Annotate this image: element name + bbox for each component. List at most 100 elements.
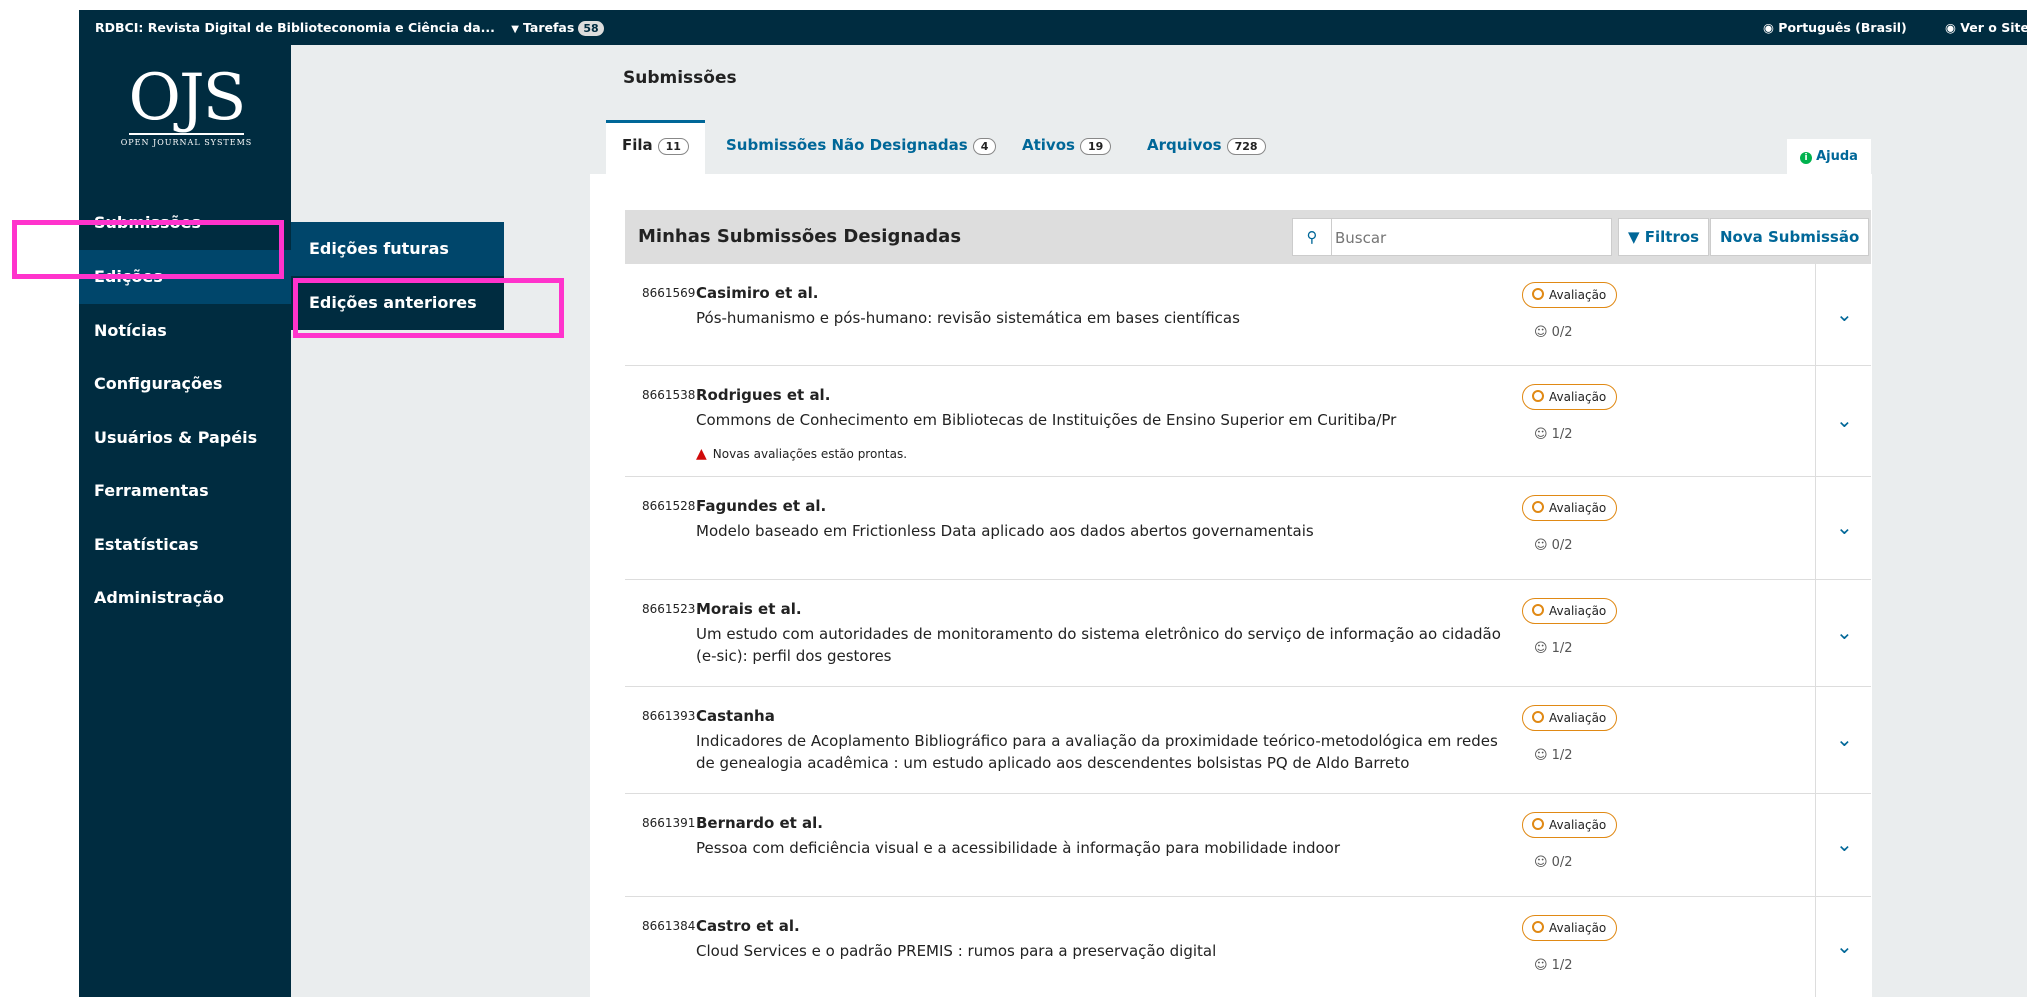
- reviewer-icon: ☺: [1534, 427, 1548, 442]
- tasks-count-badge: 58: [578, 21, 604, 36]
- submission-author: Fagundes et al.: [696, 497, 827, 515]
- globe-icon: ◉: [1763, 20, 1774, 35]
- chevron-down-icon: ⌄: [1836, 727, 1853, 751]
- list-header: Minhas Submissões Designadas ⚲ ▼ Filtros…: [625, 210, 1871, 264]
- submission-title: Indicadores de Acoplamento Bibliográfico…: [696, 732, 1498, 772]
- logo-subtitle: OPEN JOURNAL SYSTEMS: [120, 138, 253, 147]
- reviewer-icon: ☺: [1534, 325, 1548, 340]
- stage-label: Avaliação: [1549, 921, 1607, 935]
- journal-switcher[interactable]: RDBCI: Revista Digital de Biblioteconomi…: [95, 20, 519, 35]
- review-count: ☺ 0/2: [1534, 325, 1572, 340]
- expand-button[interactable]: ⌄: [1815, 897, 1872, 997]
- tab-count: 19: [1079, 138, 1112, 155]
- tab-active[interactable]: Ativos 19: [1022, 120, 1112, 174]
- reviewer-icon: ☺: [1534, 748, 1548, 763]
- stage-dot-icon: [1532, 711, 1544, 723]
- tab-unassigned[interactable]: Submissões Não Designadas 4: [726, 120, 997, 174]
- view-site-link[interactable]: ◉ Ver o Site: [1945, 20, 2027, 35]
- stage-badge: Avaliação: [1522, 282, 1618, 308]
- submission-title: Commons de Conhecimento em Bibliotecas d…: [696, 411, 1397, 429]
- search-input[interactable]: [1333, 221, 1607, 255]
- stage-label: Avaliação: [1549, 288, 1607, 302]
- notice-text: Novas avaliações estão prontas.: [712, 447, 908, 461]
- stage-dot-icon: [1532, 501, 1544, 513]
- reviewer-icon: ☺: [1534, 958, 1548, 973]
- expand-button[interactable]: ⌄: [1815, 687, 1872, 793]
- review-count-value: 1/2: [1551, 748, 1573, 763]
- submission-id: 8661393: [642, 709, 696, 723]
- stage-label: Avaliação: [1549, 390, 1607, 404]
- submenu-future-issues[interactable]: Edições futuras: [291, 222, 504, 276]
- submission-row[interactable]: 8661391 Bernardo et al. Pessoa com defic…: [625, 794, 1871, 897]
- review-count: ☺ 0/2: [1534, 538, 1572, 553]
- submission-author: Castro et al.: [696, 917, 800, 935]
- stage-badge: Avaliação: [1522, 495, 1618, 521]
- tab-archives[interactable]: Arquivos 728: [1147, 120, 1266, 174]
- submission-row[interactable]: 8661528 Fagundes et al. Modelo baseado e…: [625, 477, 1871, 580]
- reviewer-icon: ☺: [1534, 641, 1548, 656]
- stage-dot-icon: [1532, 921, 1544, 933]
- stage-dot-icon: [1532, 390, 1544, 402]
- stage-badge: Avaliação: [1522, 812, 1618, 838]
- ojs-logo[interactable]: OJS OPEN JOURNAL SYSTEMS: [119, 63, 254, 147]
- expand-button[interactable]: ⌄: [1815, 366, 1872, 476]
- language-menu[interactable]: ◉ Português (Brasil): [1763, 20, 1907, 35]
- new-submission-button[interactable]: Nova Submissão: [1710, 218, 1870, 256]
- submission-author: Casimiro et al.: [696, 284, 819, 302]
- tab-count: 728: [1226, 138, 1266, 155]
- submission-row[interactable]: 8661384 Castro et al. Cloud Services e o…: [625, 897, 1871, 997]
- tab-label: Submissões Não Designadas: [726, 136, 968, 154]
- review-count-value: 0/2: [1551, 855, 1573, 870]
- submission-author: Rodrigues et al.: [696, 386, 831, 404]
- submission-id: 8661538: [642, 388, 696, 402]
- stage-label: Avaliação: [1549, 711, 1607, 725]
- submission-row[interactable]: 8661393 Castanha Indicadores de Acoplame…: [625, 687, 1871, 794]
- chevron-down-icon: ⌄: [1836, 301, 1853, 326]
- sidebar-item-statistics[interactable]: Estatísticas: [79, 518, 291, 572]
- submission-id: 8661569: [642, 286, 696, 300]
- review-count: ☺ 1/2: [1534, 641, 1572, 656]
- journal-title: RDBCI: Revista Digital de Biblioteconomi…: [95, 20, 495, 35]
- stage-label: Avaliação: [1549, 818, 1607, 832]
- review-count-value: 1/2: [1551, 427, 1573, 442]
- stage-badge: Avaliação: [1522, 598, 1618, 624]
- tab-count: 11: [657, 138, 689, 155]
- stage-label: Avaliação: [1549, 604, 1607, 618]
- tab-queue[interactable]: Fila 11: [606, 120, 705, 174]
- tasks-button[interactable]: Tarefas 58: [523, 20, 604, 36]
- view-site-label: Ver o Site: [1960, 20, 2027, 35]
- expand-button[interactable]: ⌄: [1815, 477, 1872, 579]
- filter-icon: ▼: [1628, 228, 1640, 246]
- review-count-value: 0/2: [1551, 538, 1573, 553]
- chevron-down-icon: ⌄: [1836, 620, 1853, 644]
- submission-title: Pós-humanismo e pós-humano: revisão sist…: [696, 309, 1240, 327]
- chevron-down-icon: ⌄: [1836, 934, 1853, 958]
- sidebar-item-administration[interactable]: Administração: [79, 571, 291, 625]
- tasks-label: Tarefas: [523, 20, 575, 35]
- tab-label: Ativos: [1022, 136, 1075, 154]
- sidebar-item-settings[interactable]: Configurações: [79, 357, 291, 411]
- review-count-value: 0/2: [1551, 325, 1573, 340]
- expand-button[interactable]: ⌄: [1815, 794, 1872, 896]
- sidebar-item-tools[interactable]: Ferramentas: [79, 464, 291, 518]
- help-button[interactable]: i Ajuda: [1787, 139, 1871, 174]
- stage-dot-icon: [1532, 604, 1544, 616]
- chevron-down-icon: ⌄: [1836, 408, 1853, 432]
- submission-row[interactable]: 8661523 Morais et al. Um estudo com auto…: [625, 580, 1871, 687]
- submission-row[interactable]: 8661538 Rodrigues et al. Commons de Conh…: [625, 366, 1871, 477]
- expand-button[interactable]: ⌄: [1815, 580, 1872, 686]
- submission-row[interactable]: 8661569 Casimiro et al. Pós-humanismo e …: [625, 264, 1871, 366]
- tab-count: 4: [972, 138, 997, 155]
- sidebar-item-news[interactable]: Notícias: [79, 304, 291, 358]
- submission-title: Um estudo com autoridades de monitoramen…: [696, 625, 1501, 665]
- review-count-value: 1/2: [1551, 641, 1573, 656]
- list-title: Minhas Submissões Designadas: [638, 226, 962, 247]
- expand-button[interactable]: ⌄: [1815, 264, 1872, 365]
- sidebar-item-users-roles[interactable]: Usuários & Papéis: [79, 411, 291, 465]
- filters-button[interactable]: ▼ Filtros: [1618, 218, 1710, 256]
- submission-id: 8661384: [642, 919, 696, 933]
- search-box: ⚲: [1292, 218, 1612, 256]
- submission-id: 8661528: [642, 499, 696, 513]
- language-label: Português (Brasil): [1778, 20, 1907, 35]
- search-icon[interactable]: ⚲: [1293, 219, 1332, 255]
